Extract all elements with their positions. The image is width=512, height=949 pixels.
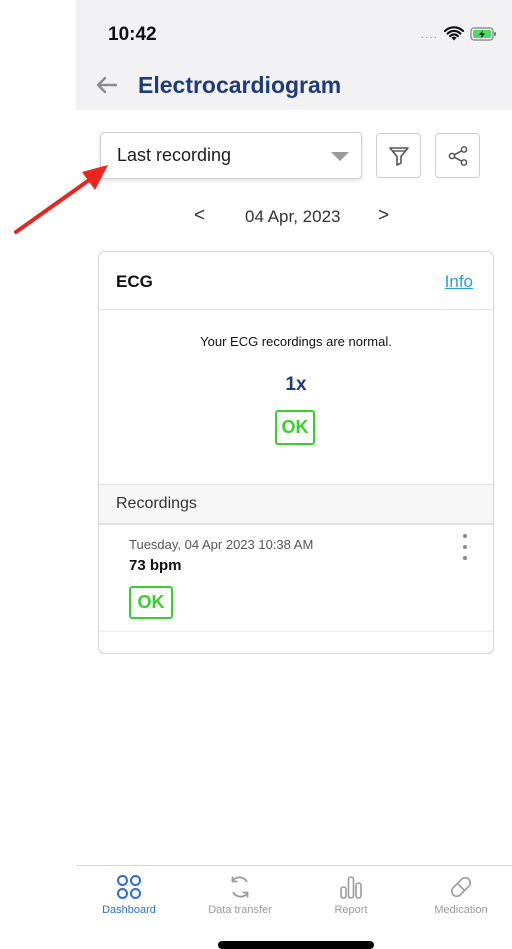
tab-report[interactable]: Report (306, 872, 396, 916)
recordings-heading: Recordings (116, 495, 197, 512)
tab-label: Report (334, 904, 368, 916)
recording-range-select[interactable]: Last recording (100, 132, 362, 179)
ecg-card: ECG Info Your ECG recordings are normal.… (98, 251, 494, 654)
filter-button[interactable] (376, 133, 421, 178)
status-badge: OK (275, 410, 315, 445)
pill-icon (450, 876, 472, 898)
status-time: 10:42 (108, 24, 157, 45)
share-button[interactable] (435, 133, 480, 178)
phone-screen: 10:42 .... Electrocardiogram Last record… (76, 0, 512, 949)
signal-dots: .... (420, 27, 438, 41)
ecg-summary: Your ECG recordings are normal. 1x OK (99, 310, 493, 485)
tab-label: Data transfer (208, 904, 272, 916)
more-vertical-icon[interactable] (459, 534, 471, 560)
recording-bpm: 73 bpm (129, 557, 182, 574)
recording-range-value: Last recording (117, 145, 232, 165)
sync-icon (231, 876, 249, 898)
wifi-icon (444, 26, 464, 41)
current-date: 04 Apr, 2023 (245, 207, 341, 226)
recording-count: 1x (285, 374, 307, 395)
home-indicator (218, 941, 374, 949)
next-date-button[interactable]: > (378, 205, 389, 227)
report-icon (340, 876, 362, 899)
tab-dashboard[interactable]: Dashboard (84, 872, 174, 916)
summary-text: Your ECG recordings are normal. (200, 334, 392, 349)
date-navigator: < 04 Apr, 2023 > (76, 205, 512, 231)
recording-datetime: Tuesday, 04 Apr 2023 10:38 AM (129, 537, 314, 552)
ecg-card-header: ECG Info (99, 252, 493, 310)
page-title: Electrocardiogram (138, 72, 342, 98)
filter-icon (388, 146, 409, 166)
ecg-card-title: ECG (116, 272, 153, 291)
status-icons: .... (421, 26, 498, 42)
dashboard-icon (117, 875, 141, 899)
tab-label: Medication (434, 904, 488, 916)
recording-status-badge: OK (129, 586, 173, 619)
recordings-header: Recordings (99, 485, 493, 525)
share-icon (448, 145, 467, 166)
bottom-tab-bar: Dashboard Data transfer Report Medicatio… (76, 865, 512, 923)
tab-data-transfer[interactable]: Data transfer (195, 872, 285, 916)
tab-label: Dashboard (102, 904, 156, 916)
battery-charging-icon (470, 27, 496, 41)
back-arrow-icon[interactable] (92, 70, 122, 100)
tab-medication[interactable]: Medication (416, 872, 506, 916)
previous-date-button[interactable]: < (194, 205, 205, 227)
chevron-down-icon (331, 152, 349, 161)
recording-list-item[interactable]: Tuesday, 04 Apr 2023 10:38 AM 73 bpm OK (99, 526, 493, 632)
info-link[interactable]: Info (445, 272, 473, 292)
top-bar: 10:42 .... Electrocardiogram (76, 0, 512, 110)
